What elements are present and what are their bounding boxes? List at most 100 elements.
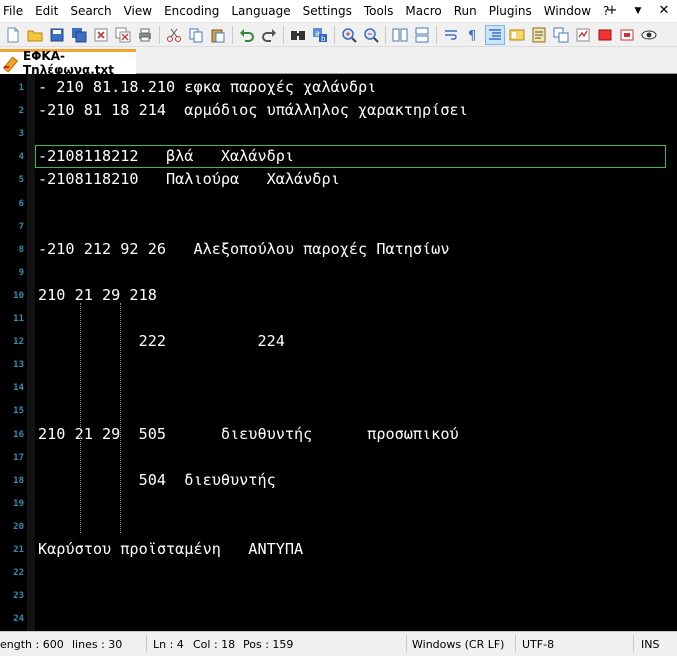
copy-icon[interactable]	[187, 26, 205, 44]
cut-icon[interactable]	[165, 26, 183, 44]
menu-encoding[interactable]: Encoding	[158, 0, 225, 22]
current-line[interactable]: 4 -2108118212 βλά Χαλάνδρι	[19, 145, 666, 169]
new-file-icon[interactable]	[4, 26, 22, 44]
line-number: 14	[13, 383, 24, 394]
editor-line[interactable]: 6	[0, 192, 677, 215]
svg-text:¶: ¶	[468, 29, 476, 43]
menu-edit[interactable]: Edit	[29, 0, 64, 22]
line-text: Καρύστου προϊσταμένη ΑΝΤΥΠΑ	[38, 540, 304, 558]
paste-icon[interactable]	[209, 26, 227, 44]
status-eol[interactable]: Windows (CR LF)	[412, 638, 504, 651]
replace-icon[interactable]: ab	[311, 26, 329, 44]
play-macro-icon[interactable]	[640, 26, 658, 44]
line-number: 6	[18, 198, 24, 209]
toolbar-separator	[232, 25, 233, 44]
open-file-icon[interactable]	[26, 26, 44, 44]
status-insert-mode[interactable]: INS	[641, 638, 659, 651]
line-number: 13	[13, 360, 24, 371]
undo-icon[interactable]	[238, 26, 256, 44]
editor-line[interactable]: 13	[0, 353, 677, 376]
line-number: 22	[13, 568, 24, 579]
line-number: 16	[13, 429, 24, 440]
monitoring-icon[interactable]	[574, 26, 592, 44]
editor-line[interactable]: 11	[0, 307, 677, 330]
tab-bar: ΕΦΚΑ-Τηλέφωνα.txt	[0, 47, 677, 77]
zoom-out-icon[interactable]	[362, 26, 380, 44]
close-all-icon[interactable]	[114, 26, 132, 44]
redo-icon[interactable]	[260, 26, 278, 44]
tab-efka-telephones[interactable]: ΕΦΚΑ-Τηλέφωνα.txt	[0, 49, 136, 77]
menu-language[interactable]: Language	[225, 0, 296, 22]
add-icon[interactable]: +	[599, 0, 625, 22]
toolbar: ab ¶	[0, 23, 677, 47]
editor-line[interactable]: 19	[0, 492, 677, 515]
toolbar-separator	[436, 25, 437, 44]
zoom-in-icon[interactable]	[340, 26, 358, 44]
editor-line[interactable]: 3	[0, 122, 677, 145]
save-icon[interactable]	[48, 26, 66, 44]
editor-line[interactable]: 18 504 διευθυντής	[0, 469, 677, 492]
editor-line[interactable]: 15	[0, 399, 677, 422]
editor-line[interactable]: 8 -210 212 92 26 Αλεξοπούλου παροχές Πατη…	[0, 238, 677, 261]
status-divider	[146, 635, 147, 652]
editor-line[interactable]: 17	[0, 446, 677, 469]
editor-line[interactable]: 20	[0, 515, 677, 538]
save-all-icon[interactable]	[70, 26, 88, 44]
function-list-icon[interactable]	[530, 26, 548, 44]
line-text: -2108118212 βλά Χαλάνδρι	[38, 147, 295, 166]
menu-run[interactable]: Run	[448, 0, 483, 22]
editor-line[interactable]: 9	[0, 261, 677, 284]
chevron-down-icon[interactable]: ▼	[625, 0, 651, 22]
document-map-icon[interactable]	[508, 26, 526, 44]
status-lines: lines : 30	[72, 638, 123, 651]
folder-workspace-icon[interactable]	[552, 26, 570, 44]
menu-plugins[interactable]: Plugins	[483, 0, 538, 22]
line-number: 17	[13, 452, 24, 463]
line-text: - 210 81.18.210 εφκα παροχές χαλάνδρι	[38, 78, 377, 96]
line-number: 15	[13, 406, 24, 417]
print-icon[interactable]	[136, 26, 154, 44]
record-macro-icon[interactable]	[596, 26, 614, 44]
menu-search[interactable]: Search	[64, 0, 117, 22]
editor-line[interactable]: 21 Καρύστου προϊσταμένη ΑΝΤΥΠΑ	[0, 538, 677, 561]
status-divider	[515, 635, 516, 652]
menu-macro[interactable]: Macro	[399, 0, 447, 22]
editor-line[interactable]: 7	[0, 215, 677, 238]
sync-vertical-icon[interactable]	[391, 26, 409, 44]
status-encoding[interactable]: UTF-8	[522, 638, 554, 651]
line-text: -210 212 92 26 Αλεξοπούλου παροχές Πατησ…	[38, 239, 450, 258]
editor-line[interactable]: 16 210 21 29 505 διευθυντής προσωπικού	[0, 423, 677, 446]
menu-settings[interactable]: Settings	[297, 0, 358, 22]
line-text: 210 21 29 505 διευθυντής προσωπικού	[38, 424, 459, 443]
text-editor[interactable]: 1 - 210 81.18.210 εφκα παροχές χαλάνδρι 2 -…	[0, 74, 677, 631]
toolbar-separator	[283, 25, 284, 44]
find-icon[interactable]	[289, 26, 307, 44]
editor-line[interactable]: 10 210 21 29 218	[0, 284, 677, 307]
menu-file[interactable]: File	[0, 0, 29, 22]
word-wrap-icon[interactable]	[442, 26, 460, 44]
menu-tools[interactable]: Tools	[358, 0, 400, 22]
editor-line[interactable]: 1 - 210 81.18.210 εφκα παροχές χαλάνδρι	[0, 76, 677, 99]
line-text: 504 διευθυντής	[38, 470, 276, 489]
close-icon[interactable]: ✕	[651, 0, 677, 22]
line-number: 3	[18, 129, 24, 140]
close-icon[interactable]	[92, 26, 110, 44]
sync-horizontal-icon[interactable]	[413, 26, 431, 44]
menu-window[interactable]: Window	[538, 0, 597, 22]
line-number: 8	[18, 244, 24, 255]
line-number: 21	[13, 545, 24, 555]
editor-line[interactable]: 14	[0, 376, 677, 399]
line-number: 11	[13, 314, 24, 324]
editor-line[interactable]: 2 -210 81 18 214 αρμόδιος υπάλληλος χαρακ…	[0, 99, 677, 122]
editor-line[interactable]: 22	[0, 561, 677, 584]
menu-view[interactable]: View	[118, 0, 158, 22]
stop-record-icon[interactable]	[618, 26, 636, 44]
line-text: 222 224	[38, 332, 285, 351]
editor-line[interactable]: 23	[0, 584, 677, 607]
show-all-chars-icon[interactable]: ¶	[464, 26, 482, 44]
editor-line[interactable]: 5 -2108118210 Παλιούρα Χαλάνδρι	[0, 168, 677, 191]
line-text: -210 81 18 214 αρμόδιος υπάλληλος χαρακτ…	[38, 101, 468, 120]
indent-guide-icon[interactable]	[485, 24, 505, 45]
editor-line[interactable]: 12 222 224	[0, 330, 677, 353]
editor-line[interactable]: 24	[0, 607, 677, 630]
